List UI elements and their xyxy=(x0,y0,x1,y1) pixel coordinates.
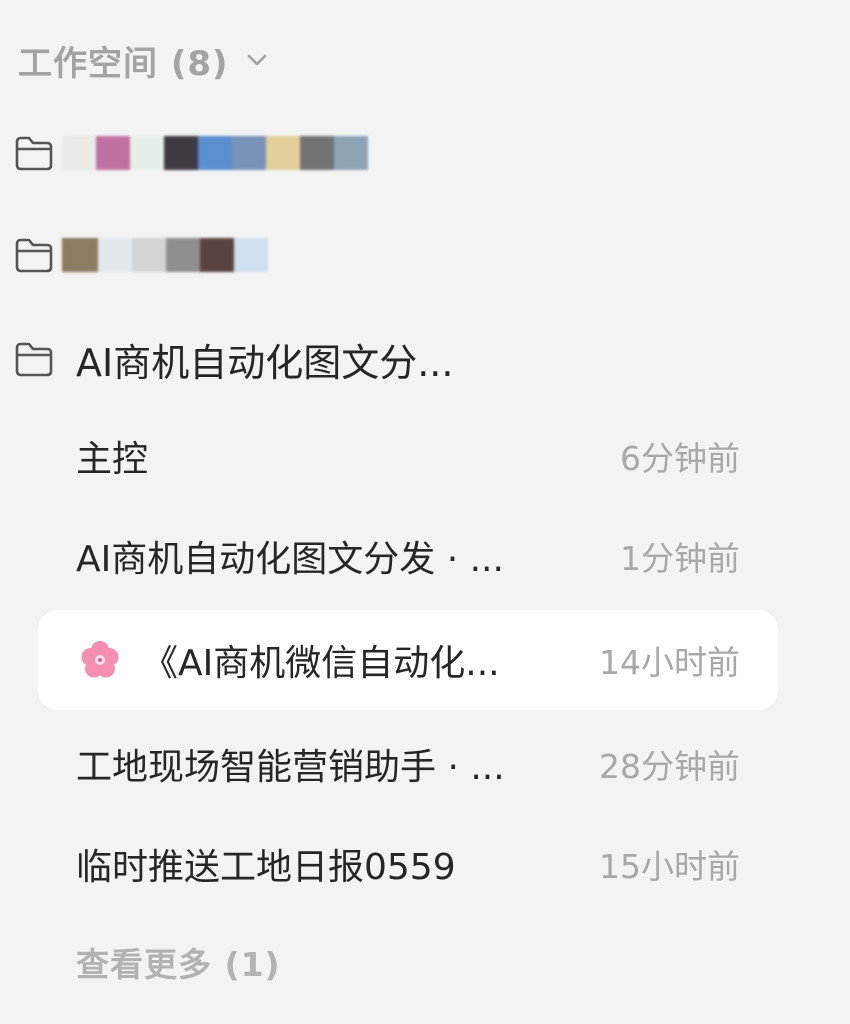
session-title: AI商机自动化图文分发 · ... xyxy=(76,539,504,580)
cherry-blossom-icon xyxy=(78,638,122,682)
folder-item-1[interactable] xyxy=(0,108,850,198)
session-item-daily-report[interactable]: 临时推送工地日报0559 15小时前 xyxy=(0,816,850,912)
session-title: 工地现场智能营销助手 · ... xyxy=(76,747,505,788)
folder-icon xyxy=(12,337,56,381)
folder-item-2[interactable] xyxy=(0,210,850,300)
session-title: 《AI商机微信自动化... xyxy=(142,643,500,684)
folder-icon xyxy=(12,233,56,277)
redacted-folder-name xyxy=(62,136,368,170)
session-time: 15小时前 xyxy=(599,847,740,886)
session-time: 28分钟前 xyxy=(599,747,740,786)
workspace-section-header[interactable]: 工作空间 (8) xyxy=(18,32,271,88)
session-title: 主控 xyxy=(76,439,149,480)
folder-item-ai-opportunity[interactable]: AI商机自动化图文分... xyxy=(0,314,850,404)
session-item-active[interactable]: 《AI商机微信自动化... 14小时前 xyxy=(38,610,778,710)
redacted-folder-name xyxy=(62,238,268,272)
workspace-section-title: 工作空间 (8) xyxy=(18,43,229,84)
folder-icon xyxy=(12,131,56,175)
session-time: 14小时前 xyxy=(599,643,740,682)
session-item-site-marketing[interactable]: 工地现场智能营销助手 · ... 28分钟前 xyxy=(0,716,850,812)
chevron-down-icon[interactable] xyxy=(243,46,271,74)
folder-label: AI商机自动化图文分... xyxy=(76,340,454,385)
session-item-main-control[interactable]: 主控 6分钟前 xyxy=(0,408,850,504)
session-item-ai-distribution[interactable]: AI商机自动化图文分发 · ... 1分钟前 xyxy=(0,508,850,604)
session-title: 临时推送工地日报0559 xyxy=(76,847,456,888)
session-time: 6分钟前 xyxy=(620,439,740,478)
session-time: 1分钟前 xyxy=(620,539,740,578)
show-more-link[interactable]: 查看更多 (1) xyxy=(76,938,281,986)
